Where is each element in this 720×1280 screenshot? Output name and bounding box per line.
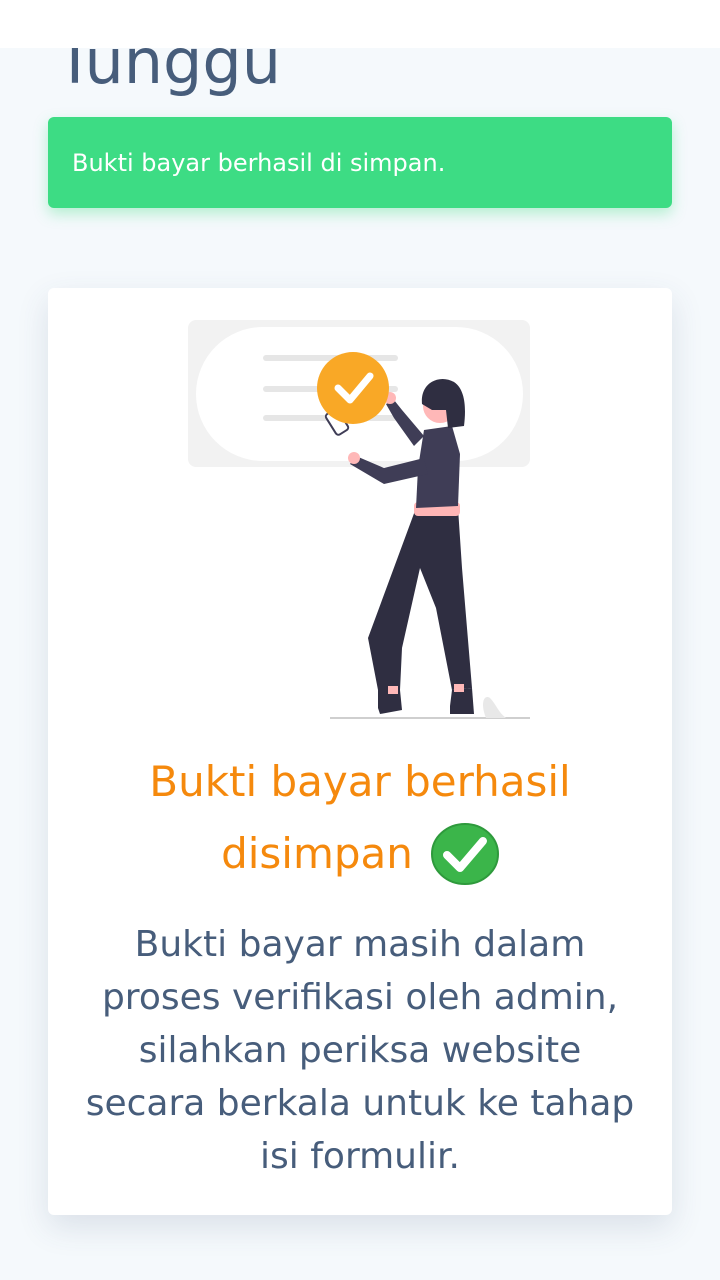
card-body-text: Bukti bayar masih dalam proses verifikas… (48, 918, 672, 1183)
top-bar (0, 0, 720, 48)
card-title-line2: disimpan (221, 829, 413, 878)
success-alert: Bukti bayar berhasil di simpan. (48, 117, 672, 208)
success-illustration (188, 320, 530, 719)
body-line: proses verifikasi oleh admin, (101, 977, 619, 1018)
card-title-line1: Bukti bayar berhasil (149, 757, 571, 806)
body-line: isi formulir. (260, 1136, 460, 1177)
alert-message: Bukti bayar berhasil di simpan. (72, 148, 446, 177)
card-title-line2-wrap: disimpan (221, 818, 499, 890)
status-card: Bukti bayar berhasil disimpan Bukti baya… (48, 288, 672, 1215)
green-check-circle-icon (430, 823, 499, 885)
body-line: secara berkala untuk ke tahap (85, 1083, 635, 1124)
body-line: Bukti bayar masih dalam (134, 924, 586, 965)
body-line: silahkan periksa website (138, 1030, 582, 1071)
card-title: Bukti bayar berhasil disimpan (48, 746, 672, 890)
